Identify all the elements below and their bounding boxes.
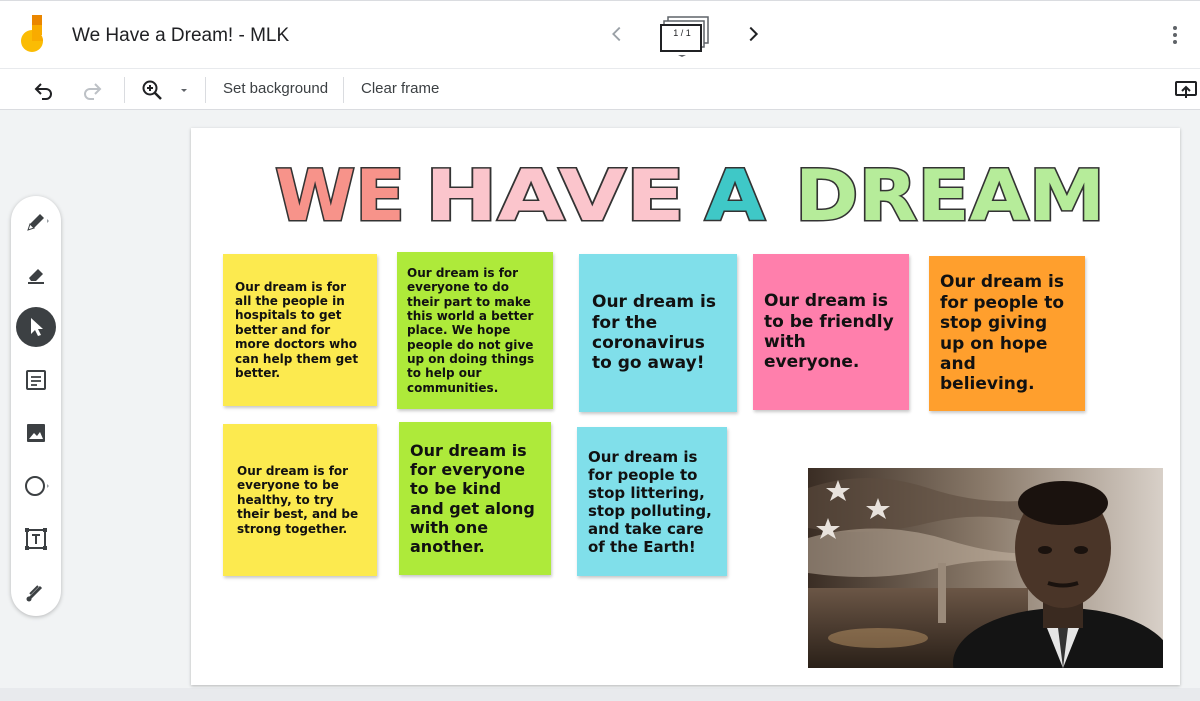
tool-palette (11, 196, 61, 616)
doc-title[interactable]: We Have a Dream! - MLK (72, 25, 289, 47)
toolbar: Set background Clear frame (0, 68, 1200, 110)
sticky-note[interactable]: Our dream is for people to stop litterin… (577, 427, 727, 576)
sticky-note-text: Our dream is for everyone to be healthy,… (237, 464, 359, 536)
banner-letter: A (705, 155, 765, 230)
laser-tool[interactable] (16, 572, 56, 612)
banner-letter: DREAM (795, 155, 1105, 230)
select-tool[interactable] (16, 307, 56, 347)
image-tool[interactable] (16, 413, 56, 453)
sticky-note-icon (26, 370, 46, 390)
eraser-icon (28, 269, 44, 284)
eraser-tool[interactable] (16, 254, 56, 294)
previous-frame-icon[interactable] (606, 23, 628, 45)
text-box-tool[interactable] (16, 519, 56, 559)
more-options-icon[interactable] (1166, 23, 1184, 47)
clear-frame-button[interactable]: Clear frame (361, 80, 439, 97)
undo-icon[interactable] (32, 78, 56, 102)
sticky-note-tool[interactable] (16, 360, 56, 400)
portrait-photo[interactable] (808, 468, 1163, 668)
sticky-note[interactable]: Our dream is for all the people in hospi… (223, 254, 377, 406)
circle-icon (25, 476, 49, 496)
sticky-note-text: Our dream is for everyone to be kind and… (410, 440, 535, 556)
zoom-in-icon[interactable] (140, 78, 164, 102)
sticky-note[interactable]: Our dream is for people to stop giving u… (929, 256, 1085, 411)
sticky-note-text: Our dream is for all the people in hospi… (235, 279, 359, 380)
app-header: We Have a Dream! - MLK 1 / 1 (0, 0, 1200, 68)
redo-icon[interactable] (80, 78, 104, 102)
laser-icon (26, 585, 43, 602)
text-box-icon (25, 528, 47, 550)
sticky-note[interactable]: Our dream is for everyone to do their pa… (397, 252, 553, 409)
shape-tool[interactable] (16, 466, 56, 506)
pen-tool[interactable] (16, 202, 56, 242)
sticky-note-text: Our dream is for people to stop litterin… (588, 447, 712, 556)
bottom-scroll-area (0, 688, 1200, 701)
zoom-dropdown-icon[interactable] (176, 78, 192, 102)
banner-letter: WE (275, 155, 405, 230)
sticky-note-text: Our dream is for people to stop giving u… (940, 272, 1065, 395)
toolbar-divider (343, 77, 344, 103)
sticky-note[interactable]: Our dream is for the coronavirus to go a… (579, 254, 737, 412)
sticky-note-text: Our dream is for the coronavirus to go a… (592, 292, 716, 374)
next-frame-icon[interactable] (742, 23, 764, 45)
sticky-note-text: Our dream is for everyone to do their pa… (407, 265, 535, 395)
banner-letter: HAVE (425, 155, 685, 230)
set-background-button[interactable]: Set background (223, 80, 328, 97)
select-icon (31, 318, 43, 336)
image-icon (27, 424, 45, 442)
banner-title[interactable]: WE HAVE A DREAM (275, 150, 1105, 231)
pen-icon (27, 214, 49, 231)
frame-counter: 1 / 1 (673, 28, 691, 38)
toolbar-divider (205, 77, 206, 103)
toolbar-divider (124, 77, 125, 103)
sticky-note[interactable]: Our dream is to be friendly with everyon… (753, 254, 909, 410)
sticky-note[interactable]: Our dream is for everyone to be healthy,… (223, 424, 377, 576)
sticky-note[interactable]: Our dream is for everyone to be kind and… (399, 422, 551, 575)
sticky-note-text: Our dream is to be friendly with everyon… (764, 291, 894, 373)
present-icon[interactable] (1174, 78, 1198, 102)
jamboard-logo-icon (21, 15, 43, 52)
